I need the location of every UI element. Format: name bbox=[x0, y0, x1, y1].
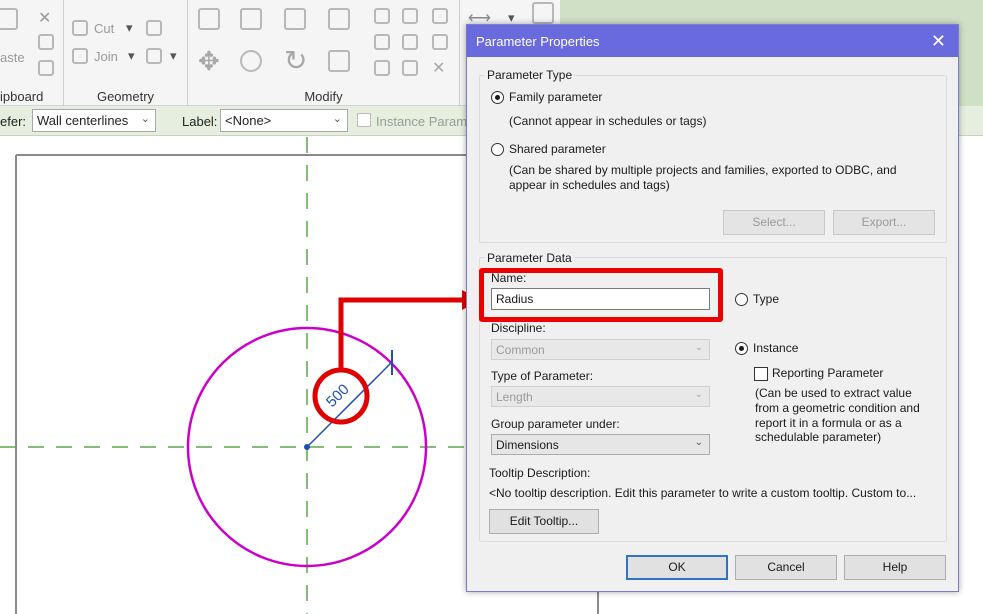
label-value: <None> bbox=[225, 113, 272, 128]
copy-icon[interactable] bbox=[38, 34, 54, 50]
dialog-title: Parameter Properties bbox=[476, 34, 600, 49]
name-highlight-box bbox=[479, 268, 723, 322]
split-element-icon[interactable] bbox=[374, 8, 390, 24]
cut-geometry-button[interactable]: Cut bbox=[94, 21, 114, 36]
unpin-icon[interactable] bbox=[432, 34, 448, 50]
refer-label: efer: bbox=[0, 114, 27, 129]
paste-icon[interactable] bbox=[0, 8, 18, 30]
shared-parameter-radio[interactable] bbox=[491, 143, 504, 156]
geometry-panel: Cut ▾ Join ▾ ▾ Geometry bbox=[64, 0, 188, 106]
copy-element-icon[interactable] bbox=[240, 50, 262, 72]
label-label: Label: bbox=[182, 114, 218, 129]
trim-single-icon[interactable] bbox=[374, 60, 390, 76]
reporting-note-2: from a geometric condition and bbox=[755, 401, 920, 415]
instance-param-checkbox[interactable] bbox=[357, 113, 371, 127]
type-of-parameter-dropdown[interactable]: Length ⌄ bbox=[491, 386, 710, 407]
reporting-parameter-checkbox[interactable] bbox=[754, 367, 768, 381]
chevron-down-icon: ⌄ bbox=[332, 113, 342, 125]
shared-parameter-label: Shared parameter bbox=[509, 142, 606, 156]
align-icon[interactable] bbox=[198, 8, 220, 30]
type-of-parameter-value: Length bbox=[496, 390, 533, 404]
cut-dropdown-icon[interactable]: ▾ bbox=[126, 20, 133, 36]
move-icon[interactable]: ✥ bbox=[198, 46, 220, 77]
reporting-note-3: report it in a formula or as a bbox=[755, 416, 902, 430]
join-dropdown-icon[interactable]: ▾ bbox=[128, 48, 135, 64]
match-properties-icon[interactable] bbox=[38, 60, 54, 76]
geometry-panel-label: Geometry bbox=[96, 89, 155, 104]
join-geometry-icon[interactable] bbox=[72, 48, 88, 64]
delete-icon[interactable]: ✕ bbox=[432, 58, 445, 78]
ok-button[interactable]: OK bbox=[626, 555, 728, 580]
split-dropdown-icon[interactable]: ▾ bbox=[170, 48, 177, 64]
instance-radio-label: Instance bbox=[753, 341, 799, 355]
split-face-icon[interactable] bbox=[146, 48, 162, 64]
chevron-down-icon: ⌄ bbox=[140, 113, 150, 125]
instance-radio[interactable] bbox=[735, 342, 748, 355]
cut-geometry-icon[interactable] bbox=[72, 20, 88, 36]
callout-arrow-line bbox=[338, 297, 462, 370]
parameter-type-label: Parameter Type bbox=[485, 68, 575, 82]
wall-joins-icon[interactable] bbox=[146, 20, 162, 36]
shared-parameter-note-1: (Can be shared by multiple projects and … bbox=[509, 163, 897, 177]
type-of-parameter-label: Type of Parameter: bbox=[491, 369, 594, 383]
close-icon[interactable]: ✕ bbox=[931, 31, 946, 52]
shared-parameter-note-2: appear in schedules and tags) bbox=[509, 178, 670, 192]
center-point bbox=[304, 444, 310, 450]
scale-icon[interactable] bbox=[402, 34, 418, 50]
label-dropdown[interactable]: <None> ⌄ bbox=[220, 109, 348, 132]
clipboard-panel: aste ✕ ipboard bbox=[0, 0, 64, 106]
cancel-button[interactable]: Cancel bbox=[735, 555, 837, 580]
help-button[interactable]: Help bbox=[844, 555, 946, 580]
type-radio-label: Type bbox=[753, 292, 780, 306]
discipline-value: Common bbox=[496, 343, 545, 357]
export-button[interactable]: Export... bbox=[833, 210, 935, 235]
trim-extend-icon[interactable] bbox=[328, 50, 350, 72]
paste-button[interactable]: aste bbox=[0, 50, 25, 65]
join-geometry-button[interactable]: Join bbox=[94, 49, 118, 64]
reporting-note-4: schedulable parameter) bbox=[755, 430, 882, 444]
chevron-down-icon: ⌄ bbox=[694, 437, 703, 448]
discipline-label: Discipline: bbox=[491, 321, 546, 335]
reporting-note-1: (Can be used to extract value bbox=[755, 386, 912, 400]
mirror-draw-icon[interactable] bbox=[328, 8, 350, 30]
modify-panel: ✥ ↻ ✕ Modify bbox=[188, 0, 460, 106]
parameter-properties-dialog: Parameter Properties ✕ Parameter Type Fa… bbox=[466, 24, 959, 592]
refer-value: Wall centerlines bbox=[37, 113, 129, 128]
tooltip-description-value: <No tooltip description. Edit this param… bbox=[489, 486, 917, 500]
type-radio[interactable] bbox=[735, 293, 748, 306]
group-parameter-value: Dimensions bbox=[496, 438, 559, 452]
array-icon[interactable] bbox=[374, 34, 390, 50]
family-parameter-label: Family parameter bbox=[509, 90, 603, 104]
modify-panel-label: Modify bbox=[304, 89, 343, 104]
group-parameter-dropdown[interactable]: Dimensions ⌄ bbox=[491, 434, 710, 455]
tooltip-description-label: Tooltip Description: bbox=[489, 466, 591, 480]
trim-multiple-icon[interactable] bbox=[402, 60, 418, 76]
cut-icon[interactable]: ✕ bbox=[38, 8, 54, 27]
dialog-titlebar: Parameter Properties ✕ bbox=[467, 25, 958, 57]
reporting-parameter-label: Reporting Parameter bbox=[772, 366, 884, 380]
edit-tooltip-button[interactable]: Edit Tooltip... bbox=[489, 509, 599, 534]
clipboard-panel-label: ipboard bbox=[0, 89, 44, 104]
offset-icon[interactable] bbox=[240, 8, 262, 30]
mirror-axis-icon[interactable] bbox=[284, 8, 306, 30]
group-parameter-label: Group parameter under: bbox=[491, 417, 620, 431]
parameter-data-label: Parameter Data bbox=[485, 251, 574, 265]
select-button[interactable]: Select... bbox=[723, 210, 825, 235]
chevron-down-icon: ⌄ bbox=[694, 342, 703, 353]
radial-dimension-line bbox=[306, 361, 393, 448]
split-gap-icon[interactable] bbox=[402, 8, 418, 24]
pin-icon[interactable] bbox=[432, 8, 448, 24]
create-icon[interactable] bbox=[532, 2, 554, 24]
chevron-down-icon: ⌄ bbox=[694, 389, 703, 400]
instance-param-label: Instance Param bbox=[376, 114, 468, 129]
discipline-dropdown[interactable]: Common ⌄ bbox=[491, 339, 710, 360]
family-parameter-note: (Cannot appear in schedules or tags) bbox=[509, 114, 707, 128]
family-parameter-radio[interactable] bbox=[491, 91, 504, 104]
refer-dropdown[interactable]: Wall centerlines ⌄ bbox=[32, 109, 156, 132]
rotate-icon[interactable]: ↻ bbox=[284, 44, 307, 77]
